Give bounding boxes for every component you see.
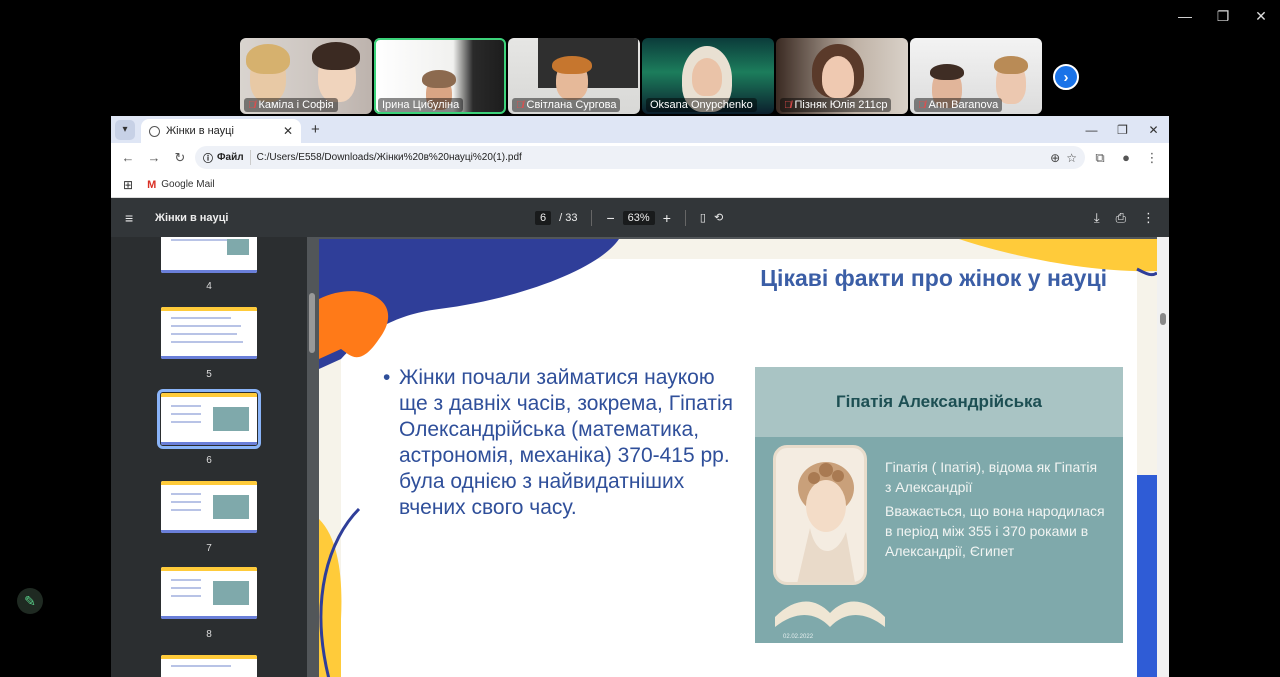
- slide-title: Цікаві факти про жінок у науці: [760, 265, 1107, 291]
- thumbnail-page[interactable]: [161, 567, 257, 619]
- url-text: C:/Users/E558/Downloads/Жінки%20в%20науц…: [256, 152, 522, 163]
- thumbnail-number: 7: [206, 543, 212, 554]
- participant-name: 🎙̸ Ann Baranova: [914, 98, 1003, 112]
- mic-off-icon: 🎙̸: [516, 99, 524, 111]
- chevron-down-icon: ▾: [122, 124, 128, 135]
- sidebar-scrollbar[interactable]: [309, 241, 315, 671]
- participant-name: Oksana Onypchenko: [646, 98, 757, 112]
- page-number-input[interactable]: 6: [535, 210, 552, 225]
- close-tab-icon[interactable]: ✕: [283, 124, 293, 138]
- thumbnail-page[interactable]: [161, 481, 257, 533]
- minimize-icon[interactable]: —: [1166, 4, 1204, 28]
- thumbnail-page[interactable]: [161, 237, 257, 273]
- address-bar[interactable]: ⓘ Файл C:/Users/E558/Downloads/Жінки%20в%…: [195, 146, 1085, 169]
- info-icon: ⓘ: [203, 154, 213, 165]
- more-menu-icon[interactable]: ⋮: [1141, 147, 1163, 169]
- pdf-actions: ⤓ ⎙ ⋮: [1094, 210, 1155, 226]
- more-icon[interactable]: ⋮: [1142, 210, 1155, 226]
- tab-search-button[interactable]: ▾: [115, 119, 135, 140]
- close-icon[interactable]: ✕: [1242, 4, 1280, 28]
- address-toolbar: ← → ↻ ⓘ Файл C:/Users/E558/Downloads/Жінк…: [111, 143, 1169, 172]
- browser-window: ▾ Жінки в науці ✕ + — ❐ ✕ ← → ↻ ⓘ Файл C:…: [111, 116, 1169, 677]
- site-info-chip[interactable]: ⓘ Файл: [203, 150, 251, 165]
- participant-tile[interactable]: 🎙̸ Каміла і Софія: [240, 38, 372, 114]
- menu-icon[interactable]: ≡: [125, 210, 141, 226]
- zoom-icon[interactable]: ⊕: [1050, 151, 1060, 165]
- chevron-right-icon: ›: [1063, 68, 1069, 86]
- thumbnail-number: 6: [206, 455, 212, 466]
- mic-off-icon: 🎙̸: [248, 99, 256, 111]
- embedded-slide-image: Гіпатія Александрійська Гіпатія ( Іпатія…: [755, 367, 1123, 643]
- pdf-viewer: Цікаві факти про жінок у науці • Жінки п…: [307, 237, 1169, 677]
- screen: — ❐ ✕ 🎙̸ Каміла і Софія Ірина Цибуліна 🎙̸…: [0, 0, 1280, 677]
- mic-off-icon: 🎙̸: [918, 99, 926, 111]
- thumbnail-number: 5: [206, 369, 212, 380]
- zoom-in-icon[interactable]: +: [663, 210, 671, 226]
- slide-page: Цікаві факти про жінок у науці • Жінки п…: [319, 239, 1157, 677]
- bullet-dot-icon: •: [383, 366, 391, 389]
- participant-tile-active[interactable]: Ірина Цибуліна: [374, 38, 506, 114]
- page-controls: 6 / 33 − 63% + ▯ ⟲: [535, 209, 723, 226]
- embedded-slide-title: Гіпатія Александрійська: [755, 367, 1123, 437]
- zoom-out-icon[interactable]: −: [606, 210, 614, 226]
- bullet-text: Жінки почали займатися наукою ще з давні…: [399, 366, 734, 519]
- annotate-pen-button[interactable]: ✎: [17, 588, 43, 614]
- fit-page-icon[interactable]: ▯: [700, 211, 706, 224]
- star-icon[interactable]: ☆: [1066, 151, 1077, 165]
- thumbnail-number: 8: [206, 629, 212, 640]
- zoom-input[interactable]: 63%: [622, 210, 655, 225]
- reload-icon[interactable]: ↻: [169, 147, 191, 169]
- tab-active[interactable]: Жінки в науці ✕: [141, 119, 301, 143]
- restore-icon[interactable]: ❐: [1204, 4, 1242, 28]
- participant-name: Ірина Цибуліна: [378, 98, 464, 112]
- hypatia-portrait: [773, 445, 867, 585]
- embedded-slide-text: Гіпатія ( Іпатія), відома як Гіпатія з А…: [885, 459, 1105, 559]
- apps-grid-icon[interactable]: ⊞: [123, 178, 133, 192]
- embedded-slide-date: 02.02.2022: [783, 634, 814, 640]
- restore-icon[interactable]: ❐: [1107, 116, 1138, 143]
- bookmarks-bar: ⊞ M Google Mail: [111, 172, 1169, 198]
- browser-window-controls: — ❐ ✕: [1076, 116, 1169, 143]
- minimize-icon[interactable]: —: [1076, 116, 1107, 143]
- download-icon[interactable]: ⤓: [1094, 210, 1100, 226]
- slide-bullet: • Жінки почали займатися наукою ще з дав…: [383, 365, 739, 521]
- tab-bar: ▾ Жінки в науці ✕ + — ❐ ✕: [111, 116, 1169, 143]
- pdf-title: Жінки в науці: [155, 211, 229, 224]
- globe-icon: [149, 125, 160, 137]
- participant-tile[interactable]: 🎙̸ Пізняк Юлія 211ср: [776, 38, 908, 114]
- forward-icon[interactable]: →: [143, 147, 165, 169]
- gmail-icon: M: [147, 178, 157, 191]
- book-illustration: [775, 601, 885, 627]
- rotate-icon[interactable]: ⟲: [714, 211, 723, 224]
- profile-avatar[interactable]: ●: [1115, 147, 1137, 169]
- next-participants-button[interactable]: ›: [1053, 64, 1079, 90]
- participant-name: 🎙̸ Світлана Сургова: [512, 98, 621, 112]
- new-tab-button[interactable]: +: [311, 121, 320, 138]
- participant-tile[interactable]: 🎙̸ Ann Baranova: [910, 38, 1042, 114]
- pencil-icon: ✎: [24, 592, 36, 609]
- pdf-toolbar: ≡ Жінки в науці 6 / 33 − 63% + ▯ ⟲ ⤓ ⎙ ⋮: [111, 198, 1169, 237]
- back-icon[interactable]: ←: [117, 147, 139, 169]
- page-total: / 33: [559, 211, 578, 224]
- participant-name: 🎙̸ Пізняк Юлія 211ср: [780, 98, 892, 112]
- participant-tile[interactable]: 🎙̸ Світлана Сургова: [508, 38, 640, 114]
- bookmark-google-mail[interactable]: M Google Mail: [147, 179, 215, 191]
- thumbnail-sidebar: 4 5 6 7 8: [111, 237, 307, 677]
- window-controls: — ❐ ✕: [1166, 4, 1280, 28]
- extensions-icon[interactable]: ⧉: [1089, 147, 1111, 169]
- close-icon[interactable]: ✕: [1138, 116, 1169, 143]
- thumbnail-number: 4: [206, 281, 212, 292]
- participant-tile[interactable]: Oksana Onypchenko: [642, 38, 774, 114]
- thumbnail-page-selected[interactable]: [157, 389, 261, 449]
- mic-off-icon: 🎙̸: [784, 99, 792, 111]
- participant-name: 🎙̸ Каміла і Софія: [244, 98, 338, 112]
- tab-title: Жінки в науці: [166, 125, 234, 137]
- thumbnail-page[interactable]: [161, 655, 257, 677]
- thumbnail-page[interactable]: [161, 307, 257, 359]
- participant-strip: 🎙̸ Каміла і Софія Ірина Цибуліна 🎙̸ Світла…: [240, 38, 1042, 114]
- print-icon[interactable]: ⎙: [1116, 210, 1126, 226]
- viewer-scrollbar[interactable]: [1157, 237, 1169, 677]
